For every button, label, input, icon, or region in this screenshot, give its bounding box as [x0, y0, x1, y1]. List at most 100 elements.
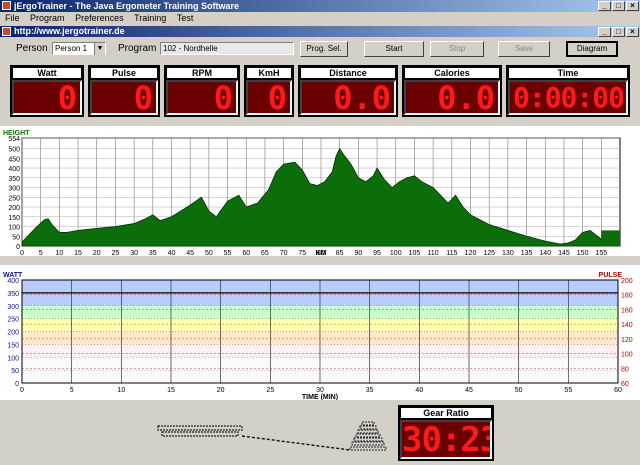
pulse-meter: Pulse 0	[88, 65, 160, 117]
height-y-tick-label: 350	[8, 176, 20, 183]
height-x-tick-label: 90	[354, 250, 362, 256]
front-chainring-icon	[157, 425, 243, 437]
minimize-button[interactable]: _	[598, 1, 611, 11]
height-x-tick-label: 75	[298, 250, 306, 256]
rear-cassette-icon	[349, 421, 387, 451]
height-x-tick-label: 85	[336, 250, 344, 256]
height-x-tick-label: 145	[558, 250, 570, 256]
diagram-button[interactable]: Diagram	[566, 41, 618, 57]
pulse-y-tick-label: 120	[621, 337, 633, 344]
gear-drawing	[152, 420, 388, 460]
height-y-tick-label: 100	[8, 225, 20, 232]
inner-window-title: http://www.jergotrainer.de	[14, 26, 125, 36]
rpm-meter-label: RPM	[166, 67, 238, 79]
height-x-tick-label: 125	[483, 250, 495, 256]
watt-x-tick-label: 55	[564, 387, 572, 394]
watt-y-tick-label: 150	[7, 342, 19, 349]
watt-x-tick-label: 45	[465, 387, 473, 394]
app-title-bar: jErgoTrainer - The Java Ergometer Traini…	[0, 0, 640, 12]
rpm-meter: RPM 0	[164, 65, 240, 117]
watt-chart-title: WATT	[3, 272, 23, 279]
program-label: Program	[118, 43, 157, 54]
inner-close-button[interactable]: ×	[626, 27, 639, 37]
height-y-tick-label: 300	[8, 186, 20, 193]
height-x-tick-label: 45	[186, 250, 194, 256]
height-x-tick-label: 50	[205, 250, 213, 256]
kmh-meter: KmH 0	[244, 65, 294, 117]
time-meter-value: 0:00:00	[508, 80, 628, 115]
gear-ratio-value: 30:23	[400, 420, 492, 459]
height-x-tick-label: 105	[409, 250, 421, 256]
height-x-tick-label: 5	[39, 250, 43, 256]
height-x-tick-label: 55	[224, 250, 232, 256]
watt-x-tick-label: 30	[316, 387, 324, 394]
height-x-tick-label: 60	[242, 250, 250, 256]
maximize-button[interactable]: □	[612, 1, 625, 11]
watt-y-tick-label: 0	[15, 381, 19, 388]
height-x-tick-label: 15	[74, 250, 82, 256]
height-y-tick-label: 200	[8, 205, 20, 212]
pulse-y-tick-label: 200	[621, 278, 633, 285]
height-x-tick-label: 65	[261, 250, 269, 256]
height-x-tick-label: 110	[428, 250, 439, 256]
height-y-tick-label: 450	[8, 156, 20, 163]
distance-meter-value: 0.0	[300, 80, 396, 115]
start-button[interactable]: Start	[364, 41, 424, 57]
watt-meter: Watt 0	[10, 65, 84, 117]
gear-ratio-label: Gear Ratio	[400, 407, 492, 419]
app-icon	[2, 1, 11, 10]
height-x-tick-label: 130	[502, 250, 514, 256]
height-x-tick-label: 10	[55, 250, 63, 256]
rpm-meter-value: 0	[166, 80, 238, 115]
height-x-tick-label: 120	[465, 250, 477, 256]
prog-sel-button[interactable]: Prog. Sel.	[300, 41, 348, 57]
watt-x-tick-label: 0	[20, 387, 24, 394]
height-x-tick-label: 25	[112, 250, 120, 256]
menu-test[interactable]: Test	[177, 13, 194, 23]
person-select[interactable]: Person 1 ▼	[52, 42, 106, 55]
watt-chart-panel: 0 50 100 150 200 250 300 350 400 60 80 100 120 140 160…	[0, 265, 640, 401]
height-x-tick-label: 135	[521, 250, 533, 256]
watt-x-tick-label: 60	[614, 387, 622, 394]
pulse-axis-title: PULSE	[599, 272, 623, 279]
height-x-tick-label: 0	[20, 250, 24, 256]
watt-x-tick-label: 35	[366, 387, 374, 394]
watt-y-tick-label: 100	[7, 355, 19, 362]
menu-bar: File Program Preferences Training Test	[0, 12, 640, 24]
watt-y-tick-label: 200	[7, 330, 19, 337]
inner-window-title-bar: http://www.jergotrainer.de _ □ ×	[0, 26, 640, 37]
save-button[interactable]: Save	[498, 41, 550, 57]
watt-x-axis-label: TIME (MIN)	[302, 394, 338, 400]
height-y-tick-label: 50	[12, 234, 20, 241]
pulse-y-tick-label: 140	[621, 322, 633, 329]
watt-x-tick-label: 20	[217, 387, 225, 394]
watt-x-tick-label: 40	[415, 387, 423, 394]
person-label: Person	[16, 43, 48, 54]
menu-file[interactable]: File	[5, 13, 20, 23]
gear-ratio-meter: Gear Ratio 30:23	[398, 405, 494, 461]
watt-x-tick-label: 15	[167, 387, 175, 394]
height-y-tick-label: 150	[8, 215, 20, 222]
height-y-tick-label: 400	[8, 166, 20, 173]
height-chart-title: HEIGHT	[3, 130, 30, 137]
stop-button[interactable]: Stop	[430, 41, 484, 57]
menu-training[interactable]: Training	[134, 13, 166, 23]
chevron-down-icon[interactable]: ▼	[94, 43, 105, 55]
menu-program[interactable]: Program	[30, 13, 65, 23]
height-x-tick-label: 100	[390, 250, 402, 256]
close-button[interactable]: ×	[626, 1, 639, 11]
distance-meter-label: Distance	[300, 67, 396, 79]
distance-meter: Distance 0.0	[298, 65, 398, 117]
kmh-meter-value: 0	[246, 80, 292, 115]
inner-minimize-button[interactable]: _	[598, 27, 611, 37]
menu-preferences[interactable]: Preferences	[75, 13, 124, 23]
watt-meter-label: Watt	[12, 67, 82, 79]
inner-app-icon	[2, 27, 11, 36]
height-x-tick-label: 140	[539, 250, 551, 256]
pulse-y-tick-label: 160	[621, 307, 633, 314]
height-x-tick-label: 95	[373, 250, 381, 256]
inner-maximize-button[interactable]: □	[612, 27, 625, 37]
watt-x-tick-label: 25	[266, 387, 274, 394]
pulse-y-tick-label: 180	[621, 293, 633, 300]
time-meter: Time 0:00:00	[506, 65, 630, 117]
